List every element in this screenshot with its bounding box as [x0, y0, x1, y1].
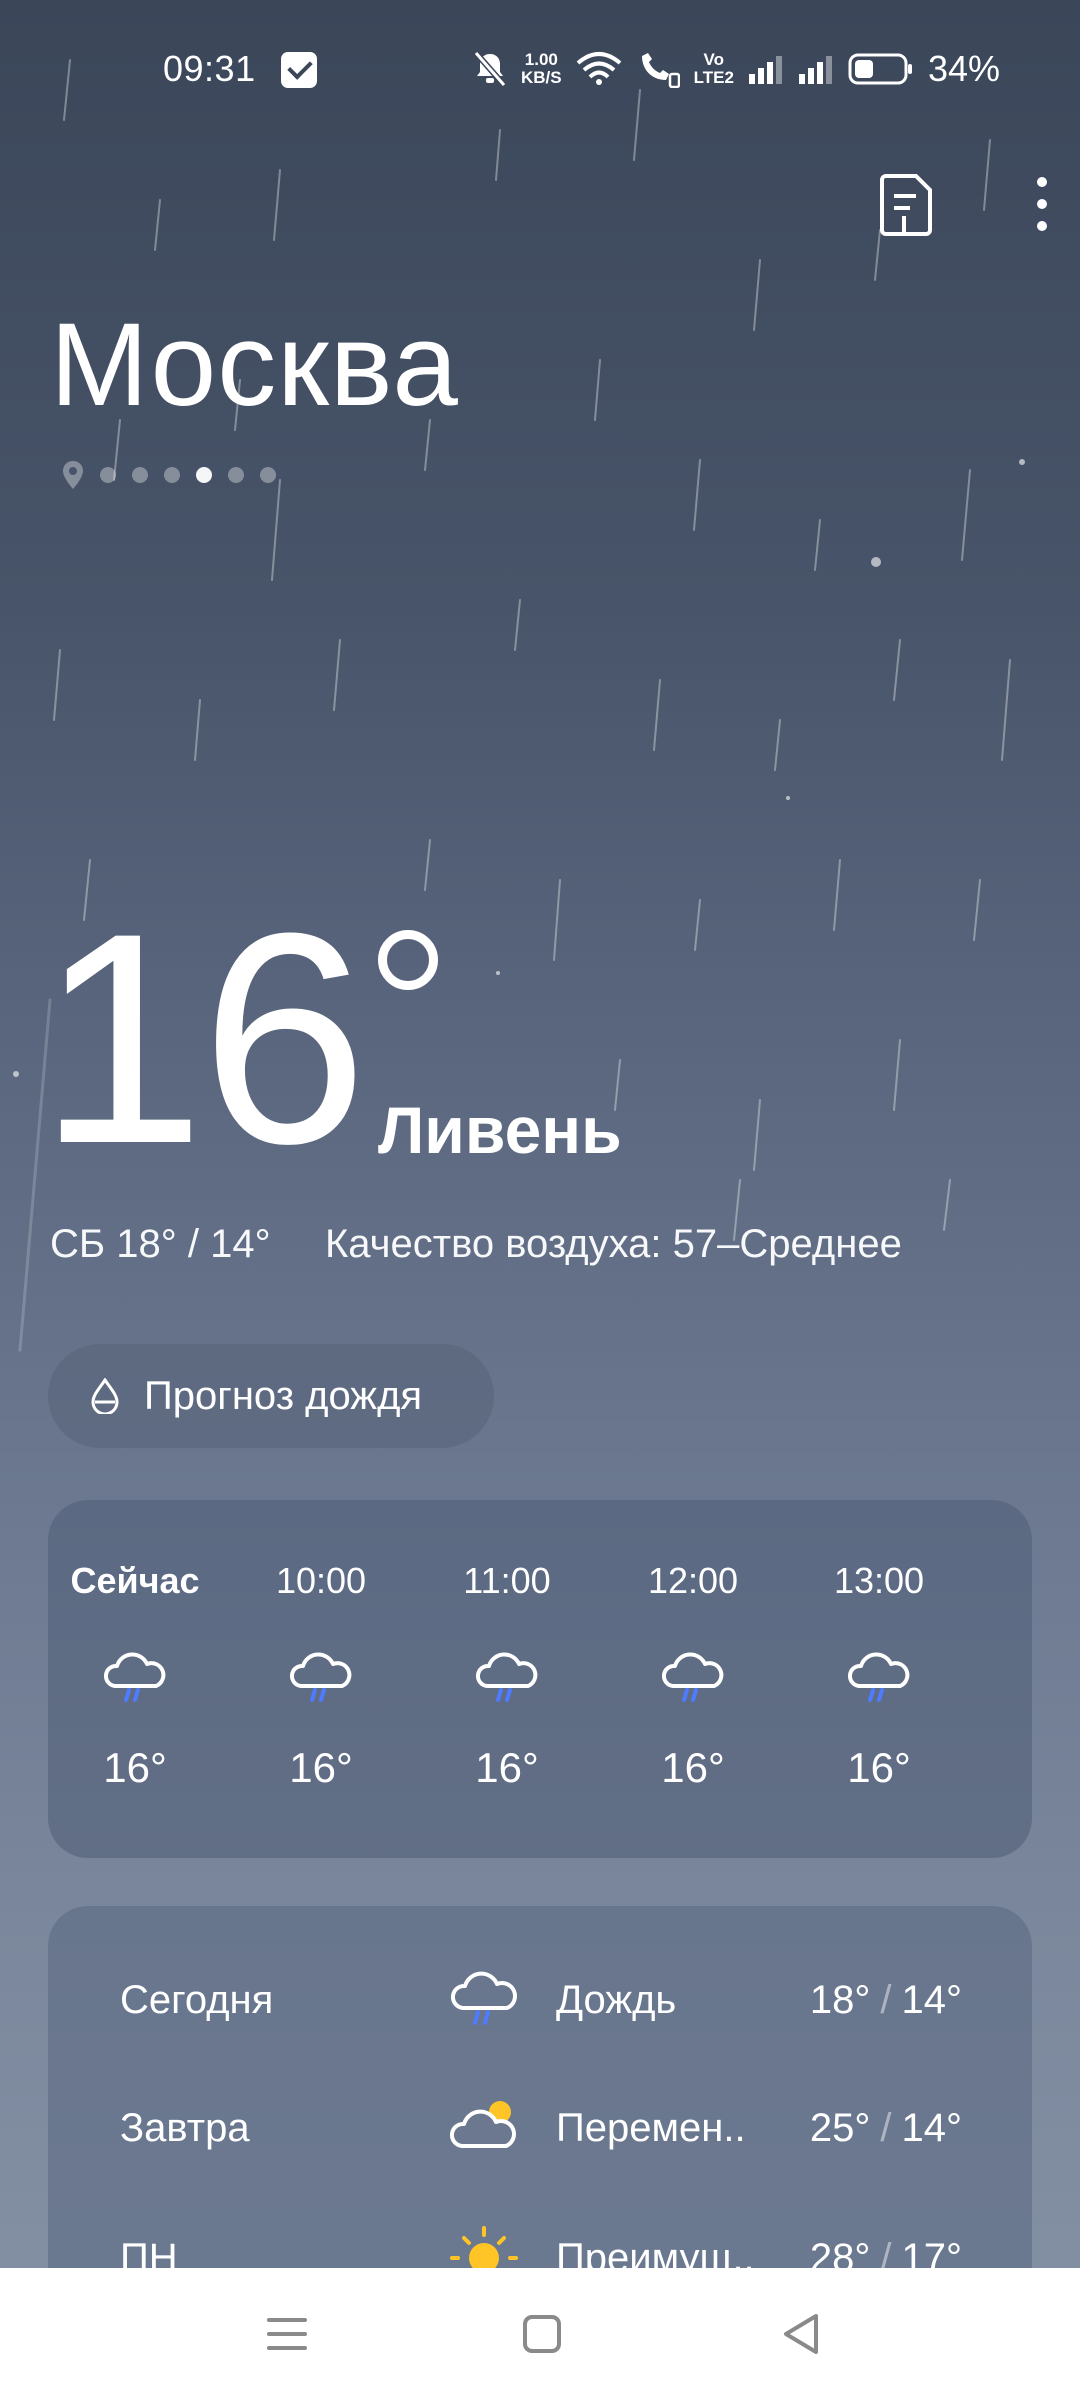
back-icon[interactable] [772, 2308, 832, 2360]
top-actions [780, 160, 1080, 250]
rain-cloud-icon [662, 1652, 724, 1702]
net-speed-value: 1.00 [524, 50, 558, 69]
page-dot [228, 467, 244, 483]
daily-row[interactable]: Сегодня Дождь 18°/14° [48, 1958, 1032, 2038]
location-pin-icon [63, 461, 83, 489]
page-dot [164, 467, 180, 483]
day-name: Завтра [120, 2106, 250, 2150]
city-name[interactable]: Москва [50, 306, 459, 424]
hourly-item[interactable]: 13:00 16° [804, 1500, 954, 1858]
status-icons: 1.00 KB/S Vo LTE2 34% [473, 44, 1000, 94]
hour-temp: 16° [103, 1744, 167, 1791]
hour-label: 11:00 [463, 1560, 551, 1601]
rain-cloud-icon [290, 1652, 352, 1702]
hour-temp: 16° [847, 1744, 911, 1791]
hourly-item[interactable]: 10:00 16° [246, 1500, 396, 1858]
wifi-calling-icon [636, 49, 680, 89]
page-dot [132, 467, 148, 483]
day-low: 14° [901, 1978, 963, 2022]
volte-label: Vo [703, 50, 725, 69]
day-name: Сегодня [120, 1978, 274, 2022]
hour-label: 13:00 [833, 1560, 925, 1601]
day-temps: 18°/14° [809, 1978, 963, 2022]
hour-temp: 16° [661, 1744, 725, 1791]
degree-symbol-icon [378, 930, 438, 990]
more-icon[interactable] [1030, 174, 1054, 234]
menu-icon[interactable] [257, 2308, 317, 2360]
mute-icon [473, 49, 507, 89]
document-icon[interactable] [880, 172, 936, 238]
net-speed-unit: KB/S [521, 68, 562, 87]
rain-cloud-icon [450, 1971, 517, 2025]
status-time: 09:31 [163, 48, 256, 89]
current-condition: Ливень [378, 1093, 622, 1167]
day-description: Дождь [556, 1978, 677, 2022]
rain-cloud-icon [848, 1652, 910, 1702]
volte-icon: Vo LTE2 [694, 49, 734, 89]
daily-row[interactable]: Завтра Перемен.. 25°/14° [48, 2086, 1032, 2166]
rain-forecast-label: Прогноз дождя [144, 1373, 423, 1418]
rain-forecast-button[interactable]: Прогноз дождя [48, 1344, 494, 1448]
day-temps: 25°/14° [809, 2106, 963, 2150]
current-temperature: 16 [38, 870, 368, 1206]
net-speed: 1.00 KB/S [521, 49, 562, 89]
drop-icon [91, 1378, 119, 1414]
signal-icon [748, 49, 784, 89]
hour-label: 10:00 [275, 1560, 367, 1601]
page-dot [100, 467, 116, 483]
battery-percent: 34% [927, 48, 1000, 89]
page-dot [260, 467, 276, 483]
status-bar: 09:31 1.00 KB/S Vo LTE2 34% [0, 0, 1080, 140]
hour-label: 12:00 [647, 1560, 739, 1601]
lte-label: LTE2 [693, 68, 734, 87]
day-description: Перемен.. [556, 2106, 746, 2150]
partly-cloudy-icon [449, 2101, 516, 2148]
rain-cloud-icon [476, 1652, 538, 1702]
day-high: 25° [809, 2106, 871, 2150]
rain-cloud-icon [104, 1652, 166, 1702]
mail-icon [281, 52, 317, 88]
hour-temp: 16° [289, 1744, 353, 1791]
home-icon[interactable] [512, 2308, 572, 2360]
today-min-max: СБ 18° / 14° [50, 1222, 271, 1266]
hourly-item[interactable]: Сейчас 16° [60, 1500, 210, 1858]
hour-label: Сейчас [70, 1560, 200, 1601]
battery-icon [848, 49, 914, 89]
hourly-item[interactable]: 11:00 16° [432, 1500, 582, 1858]
hourly-item[interactable]: 12:00 16° [618, 1500, 768, 1858]
location-page-indicator [62, 460, 276, 490]
wifi-icon [576, 49, 622, 89]
day-high: 18° [809, 1978, 871, 2022]
signal-icon [798, 49, 834, 89]
hourly-forecast-card[interactable]: Сейчас 16° 10:00 16° 11:00 16° 12:00 16°… [48, 1500, 1032, 1858]
daily-forecast-card[interactable]: Сегодня Дождь 18°/14° Завтра Перемен.. 2… [48, 1906, 1032, 2306]
air-quality[interactable]: Качество воздуха: 57–Среднее [325, 1222, 902, 1267]
day-low: 14° [901, 2106, 963, 2150]
page-dot-active [196, 467, 212, 483]
hour-temp: 16° [475, 1744, 539, 1791]
navigation-bar [0, 2268, 1080, 2400]
